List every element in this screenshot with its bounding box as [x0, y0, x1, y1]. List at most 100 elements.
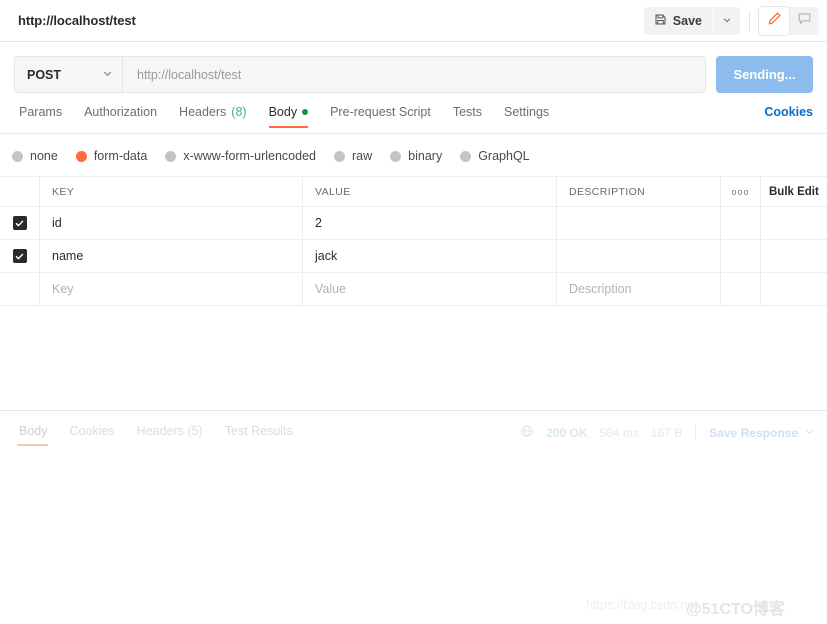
tab-settings-label: Settings — [504, 105, 550, 119]
row-tail — [761, 273, 827, 305]
tab-headers-count: (8) — [231, 105, 247, 119]
response-tab-test-results[interactable]: Test Results — [214, 424, 304, 446]
response-time: 564 ms — [599, 425, 639, 440]
table-header-row: KEY VALUE DESCRIPTION ooo Bulk Edit — [0, 176, 827, 207]
row-value-placeholder[interactable]: Value — [315, 282, 346, 296]
url-input-placeholder: http://localhost/test — [137, 67, 242, 82]
radio-icon — [460, 150, 472, 162]
row-key[interactable]: name — [52, 249, 83, 263]
row-options[interactable] — [721, 240, 761, 272]
response-tab-body[interactable]: Body — [8, 424, 59, 446]
table-options-button[interactable]: ooo — [721, 177, 761, 206]
send-button[interactable]: Sending... — [716, 56, 813, 93]
body-type-form-data[interactable]: form-data — [75, 149, 148, 163]
save-response-button[interactable]: Save Response — [709, 426, 798, 440]
row-checkbox[interactable] — [0, 240, 40, 272]
row-value[interactable]: jack — [315, 249, 337, 263]
url-input[interactable]: http://localhost/test — [122, 56, 706, 93]
table-row[interactable]: name jack — [0, 240, 827, 273]
tab-params-label: Params — [19, 105, 63, 119]
tab-pre-request-script-label: Pre-request Script — [330, 105, 431, 119]
comment-button[interactable] — [789, 7, 819, 35]
pencil-icon — [767, 11, 782, 31]
watermark-51cto: @51CTO博客 — [686, 601, 785, 618]
row-value[interactable]: 2 — [315, 216, 322, 230]
response-tab-cookies-label: Cookies — [69, 424, 115, 438]
response-status-bar: 200 OK 564 ms 167 B Save Response — [520, 424, 815, 441]
table-row-placeholder[interactable]: Key Value Description — [0, 273, 827, 306]
save-button-label: Save — [672, 14, 702, 28]
cookies-link[interactable]: Cookies — [764, 105, 813, 119]
checkbox-checked-icon — [12, 249, 27, 263]
body-type-raw[interactable]: raw — [334, 149, 372, 163]
response-tab-cookies[interactable]: Cookies — [59, 424, 126, 446]
radio-icon — [12, 150, 23, 162]
body-modified-dot-icon — [302, 109, 309, 115]
checkbox-checked-icon — [12, 216, 27, 230]
tab-headers-label: Headers — [179, 105, 227, 119]
response-status-code: 200 OK — [546, 425, 588, 440]
response-size: 167 B — [650, 425, 683, 440]
body-type-graphql[interactable]: GraphQL — [460, 149, 530, 163]
radio-icon — [390, 150, 402, 162]
header-checkbox-cell — [0, 177, 40, 206]
response-tab-headers-label: Headers — [136, 424, 184, 438]
row-checkbox-empty[interactable] — [0, 273, 40, 305]
tab-tests[interactable]: Tests — [442, 105, 493, 128]
tab-body-label: Body — [268, 105, 298, 119]
save-options-button[interactable] — [714, 7, 740, 35]
chevron-down-icon — [722, 12, 732, 30]
top-bar-actions: Save — [643, 7, 819, 35]
tab-authorization-label: Authorization — [84, 105, 158, 119]
postman-window: http://localhost/test Save POST http://l… — [0, 0, 827, 624]
chevron-down-icon[interactable] — [804, 426, 815, 440]
row-tail — [761, 240, 827, 272]
body-type-raw-label: raw — [352, 149, 373, 163]
row-key-placeholder[interactable]: Key — [52, 282, 74, 296]
row-checkbox[interactable] — [0, 207, 40, 239]
row-key[interactable]: id — [52, 216, 62, 230]
send-button-label: Sending... — [733, 67, 796, 82]
tab-headers[interactable]: Headers (8) — [168, 105, 258, 128]
body-type-x-www-form-urlencoded[interactable]: x-www-form-urlencoded — [165, 149, 316, 163]
tab-pre-request-script[interactable]: Pre-request Script — [319, 105, 442, 128]
top-bar: http://localhost/test Save — [0, 0, 827, 42]
request-tabs: Params Authorization Headers (8) Body Pr… — [0, 105, 827, 134]
radio-selected-icon — [75, 150, 87, 162]
body-type-graphql-label: GraphQL — [478, 149, 530, 163]
toolbar-divider — [749, 11, 750, 31]
row-description-placeholder[interactable]: Description — [569, 282, 632, 296]
row-options[interactable] — [721, 207, 761, 239]
more-options-icon: ooo — [731, 186, 750, 197]
bulk-edit-button[interactable]: Bulk Edit — [761, 177, 827, 206]
tab-params[interactable]: Params — [8, 105, 73, 128]
request-tab-title[interactable]: http://localhost/test — [18, 13, 136, 28]
http-method-value: POST — [27, 67, 62, 82]
tab-body[interactable]: Body — [258, 105, 320, 128]
header-value: VALUE — [315, 185, 351, 198]
body-type-x-www-form-urlencoded-label: x-www-form-urlencoded — [183, 149, 316, 163]
response-tab-test-results-label: Test Results — [224, 424, 293, 438]
form-data-table: KEY VALUE DESCRIPTION ooo Bulk Edit id 2 — [0, 176, 827, 306]
comment-icon — [797, 11, 812, 31]
body-type-none[interactable]: none — [12, 149, 58, 163]
status-divider — [695, 425, 697, 440]
radio-icon — [165, 150, 177, 162]
edit-button[interactable] — [759, 7, 789, 35]
save-button[interactable]: Save — [643, 7, 713, 35]
tab-authorization[interactable]: Authorization — [73, 105, 168, 128]
view-mode-group — [759, 7, 819, 35]
bulk-edit-label: Bulk Edit — [769, 185, 819, 198]
body-type-form-data-label: form-data — [93, 149, 148, 163]
table-row[interactable]: id 2 — [0, 207, 827, 240]
response-tab-headers[interactable]: Headers (5) — [126, 424, 214, 446]
body-type-binary[interactable]: binary — [390, 149, 442, 163]
http-method-select[interactable]: POST — [14, 56, 122, 93]
body-type-options: none form-data x-www-form-urlencoded raw… — [0, 142, 827, 170]
chevron-down-icon — [102, 66, 113, 84]
row-tail — [761, 207, 827, 239]
response-pane: Body Cookies Headers (5) Test Results 20… — [0, 411, 827, 624]
watermark-csdn: https://blog.csdn.net — [586, 598, 698, 612]
row-options[interactable] — [721, 273, 761, 305]
tab-settings[interactable]: Settings — [493, 105, 560, 128]
